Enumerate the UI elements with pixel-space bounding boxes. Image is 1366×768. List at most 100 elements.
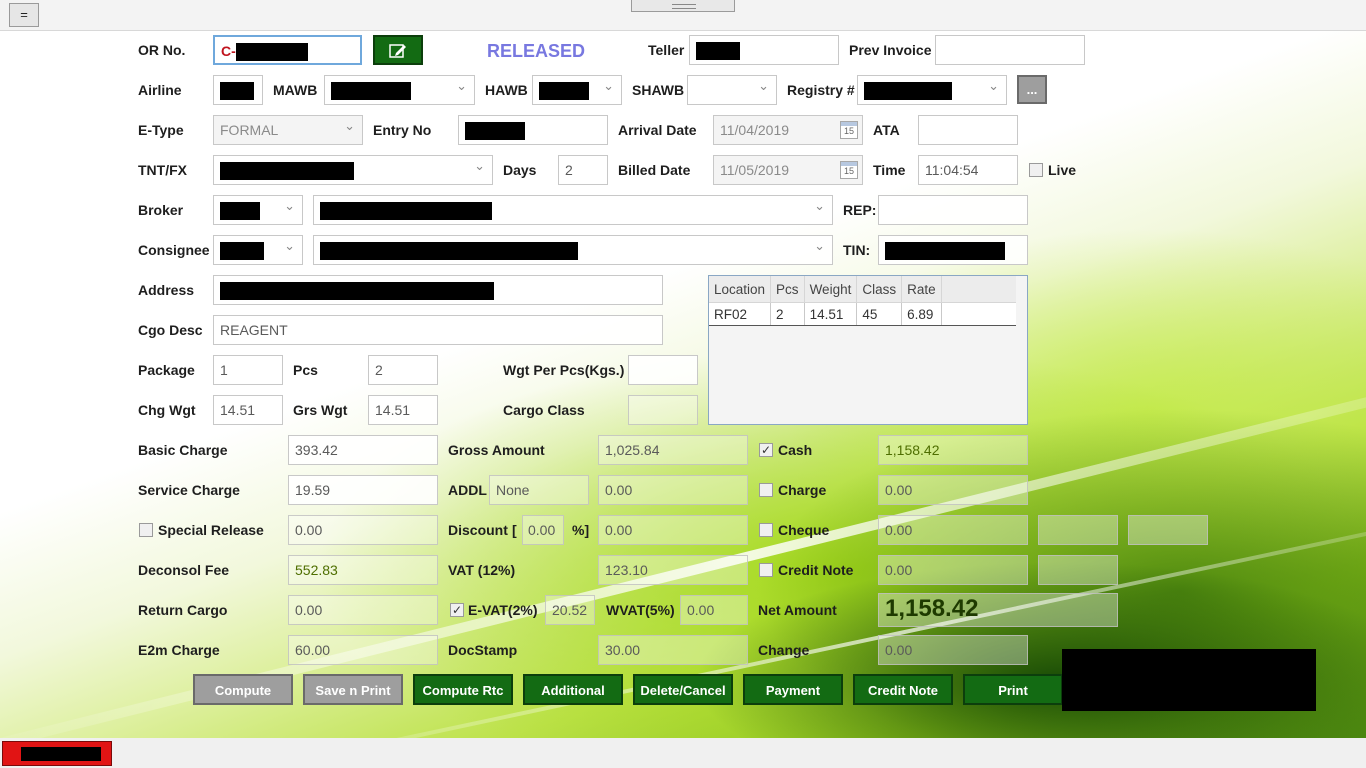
address-label: Address [138,282,195,298]
discount-bracket-open: [ [512,522,517,538]
tnt-fx-dropdown[interactable] [213,155,493,185]
billed-date-picker[interactable]: 11/05/2019 15 [713,155,863,185]
table-row[interactable]: RF02 2 14.51 45 6.89 [709,302,1016,326]
discount-percent-field[interactable]: 0.00 [522,515,564,545]
charge-checkbox[interactable] [759,483,773,497]
delete-cancel-button[interactable]: Delete/Cancel [633,674,733,705]
registry-dropdown[interactable] [857,75,1007,105]
status-bar [0,738,1366,768]
calendar-icon[interactable]: 15 [840,121,858,139]
e2m-charge-field[interactable]: 60.00 [288,635,438,665]
cash-field[interactable]: 1,158.42 [878,435,1028,465]
redacted-value [539,82,589,101]
grid-header-pcs[interactable]: Pcs [770,276,805,303]
chg-wgt-field[interactable]: 14.51 [213,395,283,425]
change-field[interactable]: 0.00 [878,635,1028,665]
service-charge-field[interactable]: 19.59 [288,475,438,505]
wgt-per-pcs-label: Wgt Per Pcs(Kgs.) [503,362,625,378]
teller-field[interactable] [689,35,839,65]
net-amount-field[interactable]: 1,158.42 [878,593,1118,627]
package-field[interactable]: 1 [213,355,283,385]
broker-code-dropdown[interactable] [213,195,303,225]
grid-cell: RF02 [709,302,772,326]
pcs-label: Pcs [293,362,318,378]
redacted-value [885,242,1005,261]
grid-header-location[interactable]: Location [709,276,772,303]
cargo-class-field[interactable] [628,395,698,425]
prev-invoice-field[interactable] [935,35,1085,65]
special-release-checkbox[interactable] [139,523,153,537]
wvat-field[interactable]: 0.00 [680,595,748,625]
compute-button[interactable]: Compute [193,674,293,705]
e2m-charge-label: E2m Charge [138,642,220,658]
calendar-icon[interactable]: 15 [840,161,858,179]
evat-field[interactable]: 20.52 [545,595,595,625]
etype-dropdown[interactable]: FORMAL [213,115,363,145]
evat-checkbox[interactable]: ✓ [450,603,464,617]
registry-lookup-button[interactable]: ... [1017,75,1047,104]
cheque-number-field[interactable] [1128,515,1208,545]
credit-note-button[interactable]: Credit Note [853,674,953,705]
days-field[interactable]: 2 [558,155,608,185]
grs-wgt-field[interactable]: 14.51 [368,395,438,425]
shawb-dropdown[interactable] [687,75,777,105]
charge-label: Charge [778,482,827,498]
cheque-checkbox[interactable] [759,523,773,537]
panel-grip-handle[interactable] [631,0,735,12]
tin-field[interactable] [878,235,1028,265]
or-no-field[interactable]: C- [213,35,362,65]
menu-button[interactable]: = [9,3,39,27]
location-grid[interactable]: Location Pcs Weight Class Rate RF02 2 14… [708,275,1028,425]
address-field[interactable] [213,275,663,305]
registry-label: Registry # [787,82,855,98]
credit-note-field[interactable]: 0.00 [878,555,1028,585]
rep-field[interactable] [878,195,1028,225]
compute-rtc-button[interactable]: Compute Rtc [413,674,513,705]
pcs-field[interactable]: 2 [368,355,438,385]
consignee-code-dropdown[interactable] [213,235,303,265]
addl-amount-field[interactable]: 0.00 [598,475,748,505]
arrival-date-picker[interactable]: 11/04/2019 15 [713,115,863,145]
credit-note-ref-field[interactable] [1038,555,1118,585]
chg-wgt-label: Chg Wgt [138,402,196,418]
grid-header-class[interactable]: Class [856,276,903,303]
cheque-field[interactable]: 0.00 [878,515,1028,545]
cash-checkbox[interactable]: ✓ [759,443,773,457]
print-button[interactable]: Print [963,674,1063,705]
consignee-name-dropdown[interactable] [313,235,833,265]
airline-label: Airline [138,82,182,98]
cgo-desc-field[interactable]: REAGENT [213,315,663,345]
save-print-button[interactable]: Save n Print [303,674,403,705]
ata-field[interactable] [918,115,1018,145]
vat-field[interactable]: 123.10 [598,555,748,585]
redacted-value [320,242,578,261]
payment-button[interactable]: Payment [743,674,843,705]
live-checkbox[interactable] [1029,163,1043,177]
mawb-label: MAWB [273,82,318,98]
addl-type-field[interactable]: None [489,475,589,505]
airline-field[interactable] [213,75,263,105]
cheque-bank-field[interactable] [1038,515,1118,545]
credit-note-checkbox[interactable] [759,563,773,577]
mawb-dropdown[interactable] [324,75,475,105]
return-cargo-field[interactable]: 0.00 [288,595,438,625]
tin-label: TIN: [843,242,871,258]
redacted-value [864,82,952,101]
additional-button[interactable]: Additional [523,674,623,705]
hawb-dropdown[interactable] [532,75,622,105]
broker-name-dropdown[interactable] [313,195,833,225]
net-amount-label: Net Amount [758,602,837,618]
grid-header-rate[interactable]: Rate [901,276,942,303]
basic-charge-field[interactable]: 393.42 [288,435,438,465]
charge-field[interactable]: 0.00 [878,475,1028,505]
docstamp-field[interactable]: 30.00 [598,635,748,665]
edit-button[interactable] [373,35,423,65]
discount-amount-field[interactable]: 0.00 [598,515,748,545]
deconsol-fee-field[interactable]: 552.83 [288,555,438,585]
special-release-field[interactable]: 0.00 [288,515,438,545]
wgt-per-pcs-field[interactable] [628,355,698,385]
time-field[interactable]: 11:04:54 [918,155,1018,185]
entry-no-field[interactable] [458,115,608,145]
gross-amount-field[interactable]: 1,025.84 [598,435,748,465]
grid-header-weight[interactable]: Weight [804,276,858,303]
